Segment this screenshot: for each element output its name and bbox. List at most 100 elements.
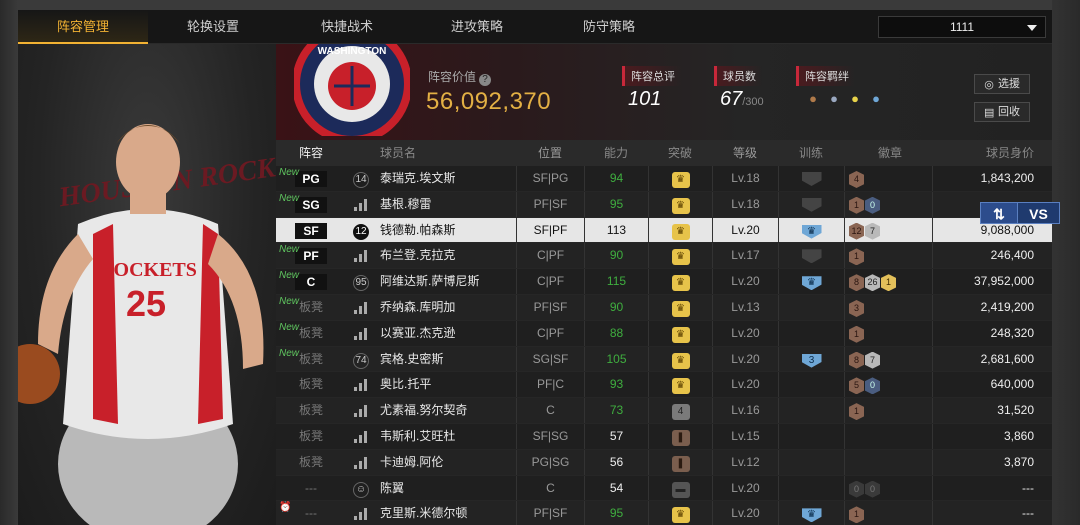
table-row[interactable]: New 板凳 以赛亚.杰克逊 C|PF 88 ♛ Lv.20 1 248,320 (276, 320, 1052, 347)
player-name[interactable]: 陈翼 (376, 476, 516, 501)
table-row[interactable]: New PG 14 泰瑞克.埃文斯 SF|PG 94 ♛ Lv.18 4 1,843,200 (276, 166, 1052, 192)
col-level[interactable]: 等级 (712, 140, 778, 166)
tab-defense-strategy[interactable]: 防守策略 (544, 10, 674, 44)
badges-cell[interactable]: 1 (844, 243, 932, 269)
table-row[interactable]: New 板凳 74 宾格.史密斯 SG|SF 105 ♛ Lv.20 3 8 7 2,681,600 (276, 346, 1052, 373)
col-training[interactable]: 训练 (778, 140, 844, 166)
badges-cell[interactable]: 4 (844, 166, 932, 191)
lineup-slot[interactable]: C (295, 274, 327, 291)
breakthrough-cell[interactable]: 4 (648, 398, 712, 423)
training-cell[interactable] (778, 166, 844, 191)
tab-quick-tactics[interactable]: 快捷战术 (282, 10, 412, 44)
breakthrough-cell[interactable]: ▬ (648, 475, 712, 501)
training-cell[interactable] (778, 398, 844, 423)
player-name[interactable]: 以赛亚.杰克逊 (376, 321, 516, 346)
player-name[interactable]: 基根.穆雷 (376, 192, 516, 217)
breakthrough-cell[interactable]: ❚ (648, 449, 712, 475)
swap-button[interactable]: ⇅ (980, 202, 1018, 224)
breakthrough-cell[interactable]: ♛ (648, 320, 712, 346)
breakthrough-cell[interactable]: ♛ (648, 372, 712, 398)
player-name[interactable]: 钱德勒.帕森斯 (376, 218, 516, 243)
tab-rotation-settings[interactable]: 轮换设置 (148, 10, 278, 44)
tab-lineup-management[interactable]: 阵容管理 (18, 10, 148, 44)
col-name[interactable]: 球员名 (376, 140, 516, 166)
player-name[interactable]: 克里斯.米德尔顿 (376, 501, 516, 525)
badges-cell[interactable]: 50 (844, 372, 932, 398)
badges-cell[interactable]: 1 (844, 398, 932, 423)
scout-button[interactable]: ◎ 选援 (974, 74, 1030, 94)
lineup-slot[interactable]: SG (295, 196, 327, 213)
player-name[interactable]: 泰瑞克.埃文斯 (376, 166, 516, 191)
training-cell[interactable] (778, 320, 844, 346)
col-player-value[interactable]: 球员身价 (932, 140, 1042, 166)
training-cell[interactable]: ♛ (778, 269, 844, 294)
help-icon[interactable]: ? (479, 74, 492, 86)
table-row[interactable]: New PF 布兰登.克拉克 C|PF 90 ♛ Lv.17 1 246,400 (276, 243, 1052, 270)
training-cell[interactable]: ♛ (778, 217, 844, 243)
training-cell[interactable] (778, 449, 844, 475)
training-cell[interactable]: ♛ (778, 501, 844, 525)
breakthrough-cell[interactable]: ♛ (648, 217, 712, 243)
lineup-slot[interactable]: PF (295, 248, 327, 265)
lineup-select[interactable]: 1111 (878, 16, 1046, 38)
badges-cell[interactable]: 12 7 (844, 217, 932, 243)
player-name[interactable]: 布兰登.克拉克 (376, 243, 516, 268)
training-cell[interactable]: 3 (778, 346, 844, 372)
breakthrough-cell[interactable]: ♛ (648, 166, 712, 191)
player-name[interactable]: 韦斯利.艾旺杜 (376, 424, 516, 449)
table-row[interactable]: New SG 基根.穆雷 PF|SF 95 ♛ Lv.18 1 0 (276, 191, 1052, 218)
player-name[interactable]: 奥比.托平 (376, 372, 516, 397)
lineup-slot[interactable]: 板凳 (299, 403, 323, 417)
col-badges[interactable]: 徽章 (844, 140, 932, 166)
lineup-slot[interactable]: 板凳 (299, 429, 323, 443)
badges-cell[interactable]: 10 (844, 191, 932, 217)
lineup-slot[interactable]: --- (305, 481, 317, 495)
lineup-slot[interactable]: 板凳 (299, 377, 323, 391)
breakthrough-cell[interactable]: ♛ (648, 346, 712, 372)
table-row[interactable]: SF 12 钱德勒.帕森斯 SF|PF 113 ♛ Lv.20 ♛ 12 7 9,088,000 (276, 217, 1052, 244)
table-row[interactable]: 板凳 奥比.托平 PF|C 93 ♛ Lv.20 5 0 640,000 (276, 372, 1052, 399)
lineup-slot[interactable]: 板凳 (299, 300, 323, 314)
badges-cell[interactable]: 1 (844, 320, 932, 346)
lineup-slot[interactable]: --- (305, 506, 317, 520)
training-cell[interactable] (778, 475, 844, 501)
table-row[interactable]: 板凳 韦斯利.艾旺杜 SF|SG 57 ❚ Lv.15 3,860 (276, 423, 1052, 450)
col-ability[interactable]: 能力 (584, 140, 648, 166)
col-lineup[interactable]: 阵容 (276, 140, 346, 166)
breakthrough-cell[interactable]: ♛ (648, 501, 712, 525)
breakthrough-cell[interactable]: ♛ (648, 269, 712, 294)
player-name[interactable]: 卡迪姆.阿伦 (376, 450, 516, 475)
table-row[interactable]: --- ☺ 陈翼 C 54 ▬ Lv.20 0 0 --- (276, 475, 1052, 502)
col-position[interactable]: 位置 (516, 140, 584, 166)
player-name[interactable]: 宾格.史密斯 (376, 347, 516, 372)
recycle-button[interactable]: ▤ 回收 (974, 102, 1030, 122)
badges-cell[interactable] (844, 449, 932, 475)
table-row[interactable]: New C 95 阿维达斯.萨博尼斯 C|PF 115 ♛ Lv.20 ♛ 8 26 1 37,952,… (276, 269, 1052, 295)
table-row[interactable]: ⏰ --- 克里斯.米德尔顿 PF|SF 95 ♛ Lv.20 ♛ 1 --- (276, 501, 1052, 525)
tab-offense-strategy[interactable]: 进攻策略 (412, 10, 542, 44)
badges-cell[interactable]: 00 (844, 475, 932, 501)
training-cell[interactable] (778, 294, 844, 320)
player-name[interactable]: 阿维达斯.萨博尼斯 (376, 269, 516, 294)
breakthrough-cell[interactable]: ♛ (648, 191, 712, 217)
training-cell[interactable] (778, 243, 844, 269)
lineup-slot[interactable]: 板凳 (299, 326, 323, 340)
player-name[interactable]: 尤素福.努尔契奇 (376, 398, 516, 423)
table-row[interactable]: 板凳 尤素福.努尔契奇 C 73 4 Lv.16 1 31,520 (276, 398, 1052, 424)
table-row[interactable]: New 板凳 乔纳森.库明加 PF|SF 90 ♛ Lv.13 3 2,419,200 (276, 294, 1052, 321)
lineup-slot[interactable]: 板凳 (299, 352, 323, 366)
player-name[interactable]: 乔纳森.库明加 (376, 295, 516, 320)
lineup-slot[interactable]: 板凳 (299, 455, 323, 469)
training-cell[interactable] (778, 423, 844, 449)
chemistry-icons[interactable]: ● ● ● ● (804, 90, 888, 108)
lineup-slot[interactable]: SF (295, 222, 327, 239)
training-cell[interactable] (778, 372, 844, 398)
col-breakthrough[interactable]: 突破 (648, 140, 712, 166)
badges-cell[interactable]: 3 (844, 294, 932, 320)
badges-cell[interactable]: 1 (844, 501, 932, 525)
badges-cell[interactable]: 87 (844, 346, 932, 372)
breakthrough-cell[interactable]: ♛ (648, 243, 712, 269)
vs-button[interactable]: VS (1018, 202, 1060, 224)
badges-cell[interactable] (844, 423, 932, 449)
lineup-slot[interactable]: PG (295, 171, 327, 187)
